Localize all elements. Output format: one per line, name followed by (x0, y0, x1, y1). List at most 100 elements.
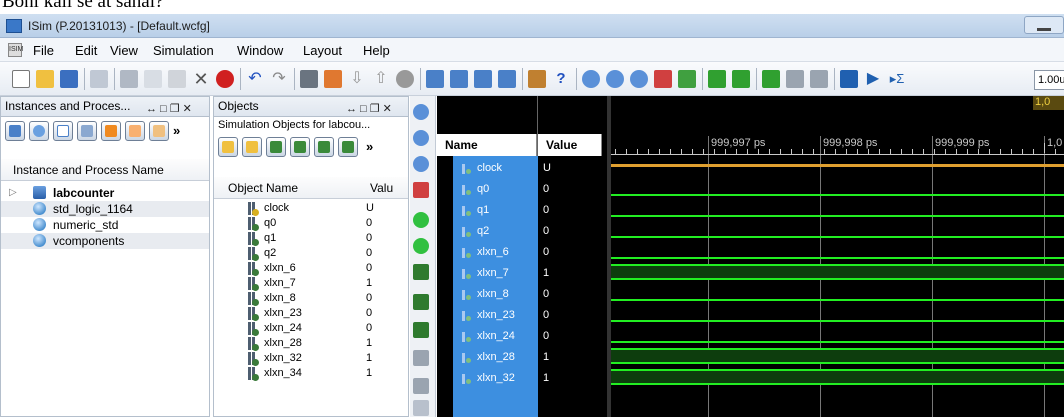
restart-icon[interactable] (840, 70, 858, 88)
new-file-icon[interactable] (12, 70, 30, 88)
expand-arrow-icon[interactable]: ▷ (9, 185, 17, 201)
refresh-icon[interactable] (678, 70, 696, 88)
go-last-icon[interactable] (732, 70, 750, 88)
print-icon[interactable] (90, 70, 108, 88)
time-cursor-label[interactable]: 1,0 (1033, 96, 1064, 110)
menu-layout[interactable]: Layout (303, 43, 342, 58)
redo-icon[interactable]: ↷ (270, 70, 288, 88)
menu-help[interactable]: Help (363, 43, 390, 58)
object-row[interactable]: xlxn_8 0 (214, 291, 396, 306)
zoom-full-icon[interactable] (410, 152, 432, 176)
add-marker-icon[interactable] (410, 318, 432, 342)
object-row[interactable]: clock U (214, 201, 396, 216)
delete-icon[interactable]: ✕ (192, 70, 210, 88)
run-time-input[interactable]: 1.00u (1034, 70, 1064, 90)
zoom-fit-icon[interactable] (630, 70, 648, 88)
object-row[interactable]: xlxn_23 0 (214, 306, 396, 321)
wave-signal-row[interactable]: q1 (453, 200, 538, 221)
previous-transition-icon[interactable] (786, 70, 804, 88)
zoom-cursor-icon[interactable] (654, 70, 672, 88)
object-row[interactable]: xlxn_6 0 (214, 261, 396, 276)
object-row[interactable]: q2 0 (214, 246, 396, 261)
next-transition-icon[interactable] (810, 70, 828, 88)
name-column-header[interactable]: Name (437, 134, 537, 156)
zoom-out-icon[interactable] (410, 126, 432, 150)
undo-icon[interactable]: ↶ (246, 70, 264, 88)
menu-window[interactable]: Window (237, 43, 283, 58)
filter-processes-icon[interactable] (77, 121, 97, 141)
go-end-icon[interactable] (410, 234, 432, 258)
tree-item-std-logic[interactable]: std_logic_1164 (1, 201, 209, 217)
run-for-time-icon[interactable]: ▸Σ (888, 70, 906, 88)
menu-simulation[interactable]: Simulation (153, 43, 214, 58)
cut-icon[interactable] (120, 70, 138, 88)
object-row[interactable]: xlxn_28 1 (214, 336, 396, 351)
object-row[interactable]: q0 0 (214, 216, 396, 231)
wave-signal-row[interactable]: xlxn_24 (453, 326, 538, 347)
prev-edge-icon[interactable] (410, 260, 432, 284)
open-folder-icon[interactable] (36, 70, 54, 88)
arrow-down-icon[interactable]: ⇩ (348, 70, 366, 88)
filter-outputs-icon[interactable] (242, 137, 262, 157)
filter-internal-icon[interactable] (290, 137, 310, 157)
minimize-button[interactable] (1024, 16, 1064, 34)
isim-menu-icon[interactable]: ISIM (8, 43, 23, 57)
settings-icon[interactable] (528, 70, 546, 88)
save-icon[interactable] (60, 70, 78, 88)
next-marker-icon[interactable] (410, 374, 432, 398)
layout-horizontal-icon[interactable] (426, 70, 444, 88)
zoom-in-icon[interactable] (410, 100, 432, 124)
paste-icon[interactable] (168, 70, 186, 88)
filter-variables-icon[interactable] (338, 137, 358, 157)
zoom-in-icon[interactable] (582, 70, 600, 88)
menu-file[interactable]: File (33, 43, 54, 58)
prev-marker-icon[interactable] (410, 346, 432, 370)
clear-icon[interactable] (396, 70, 414, 88)
menu-edit[interactable]: Edit (75, 43, 97, 58)
object-name-col[interactable]: Object Name (228, 181, 298, 195)
wave-signal-row[interactable]: xlxn_32 (453, 368, 538, 389)
find-replace-icon[interactable] (324, 70, 342, 88)
object-row[interactable]: xlxn_32 1 (214, 351, 396, 366)
wave-signal-row[interactable]: q0 (453, 179, 538, 200)
filter-functions-icon[interactable] (125, 121, 145, 141)
tree-item-labcounter[interactable]: ▷ labcounter (1, 185, 209, 201)
run-all-icon[interactable]: ▶ (864, 70, 882, 88)
wave-signal-row[interactable]: xlxn_23 (453, 305, 538, 326)
arrow-up-icon[interactable]: ⇧ (372, 70, 390, 88)
tree-item-vcomponents[interactable]: vcomponents (1, 233, 209, 249)
filter-tasks-icon[interactable] (149, 121, 169, 141)
stop-icon[interactable] (216, 70, 234, 88)
panel-controls[interactable]: ↔ □ ❐ ✕ (346, 100, 392, 116)
layout-cascade-icon[interactable] (498, 70, 516, 88)
wave-signal-row[interactable]: xlxn_6 (453, 242, 538, 263)
filter-blocks-icon[interactable] (53, 121, 73, 141)
wave-signal-row[interactable]: clock (453, 158, 538, 179)
find-icon[interactable] (300, 70, 318, 88)
object-value-col[interactable]: Valu (370, 177, 393, 199)
wave-signal-row[interactable]: xlxn_8 (453, 284, 538, 305)
value-column-header[interactable]: Value (538, 134, 602, 156)
zoom-cursor-icon[interactable] (410, 178, 432, 202)
more-chevron-icon[interactable]: » (366, 139, 373, 154)
object-row[interactable]: xlxn_7 1 (214, 276, 396, 291)
help-icon[interactable]: ? (552, 70, 570, 88)
object-name-header[interactable]: Object Name Valu (214, 177, 408, 199)
tree-item-numeric-std[interactable]: numeric_std (1, 217, 209, 233)
menu-view[interactable]: View (110, 43, 138, 58)
object-row[interactable]: q1 0 (214, 231, 396, 246)
layout-vertical-icon[interactable] (450, 70, 468, 88)
layout-single-icon[interactable] (474, 70, 492, 88)
go-start-icon[interactable] (410, 208, 432, 232)
instance-name-header[interactable]: Instance and Process Name (1, 159, 209, 181)
next-edge-icon[interactable] (410, 290, 432, 314)
copy-icon[interactable] (144, 70, 162, 88)
filter-inputs-icon[interactable] (218, 137, 238, 157)
add-marker-icon[interactable] (762, 70, 780, 88)
object-row[interactable]: xlxn_34 1 (214, 366, 396, 381)
filter-bidir-icon[interactable] (266, 137, 286, 157)
wave-signal-row[interactable]: xlxn_28 (453, 347, 538, 368)
filter-modules-icon[interactable] (101, 121, 121, 141)
more-chevron-icon[interactable]: » (173, 123, 180, 138)
panel-controls[interactable]: ↔ □ ❐ ✕ (146, 100, 192, 116)
